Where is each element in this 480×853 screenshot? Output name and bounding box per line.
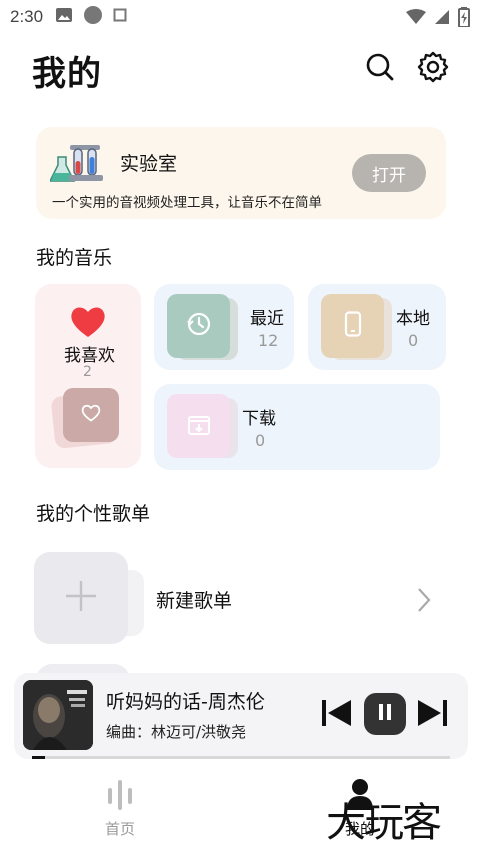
- favorites-label: 我喜欢: [64, 346, 115, 366]
- favorites-thumb: [63, 388, 119, 442]
- playback-progress[interactable]: [32, 756, 450, 759]
- my-music-title: 我的音乐: [36, 247, 113, 269]
- clock-icon: [186, 311, 212, 341]
- lab-description: 一个实用的音视频处理工具，让音乐不在简单: [52, 195, 322, 211]
- local-thumb: [321, 294, 384, 358]
- recent-label: 最近: [250, 309, 284, 329]
- pause-icon: [377, 703, 393, 725]
- image-notification-icon: [55, 7, 73, 28]
- nav-home-label: 首页: [104, 820, 135, 838]
- lab-flask-icon: [48, 139, 106, 185]
- heart-outline-icon: [81, 404, 101, 426]
- recent-thumb: [167, 294, 230, 358]
- download-tile[interactable]: 下载 0: [154, 384, 440, 470]
- download-box-icon: [187, 412, 211, 440]
- signal-icon: [434, 9, 450, 30]
- skip-next-icon: [415, 697, 449, 733]
- pause-button[interactable]: [364, 693, 406, 735]
- favorites-tile[interactable]: 我喜欢 2: [35, 284, 141, 468]
- favorites-count: 2: [83, 364, 92, 380]
- plus-icon: [64, 579, 98, 617]
- wifi-icon: [406, 9, 426, 30]
- previous-button[interactable]: [319, 697, 355, 733]
- lab-open-button[interactable]: 打开: [352, 154, 426, 192]
- new-playlist-label: 新建歌单: [156, 590, 233, 612]
- gear-icon: [417, 51, 449, 87]
- page-title: 我的: [32, 54, 102, 94]
- mini-player[interactable]: 听妈妈的话-周杰伦 编曲：林迈可/洪敬尧: [14, 673, 468, 759]
- download-count: 0: [255, 431, 266, 450]
- lab-title: 实验室: [120, 153, 178, 175]
- phone-icon: [344, 311, 362, 341]
- search-icon: [365, 52, 395, 86]
- download-label: 下载: [242, 409, 276, 429]
- local-count: 0: [408, 331, 419, 350]
- playback-progress-fill: [32, 756, 45, 759]
- status-indicators: [406, 7, 470, 32]
- nav-home[interactable]: 首页: [80, 778, 160, 839]
- new-playlist-thumb: [34, 552, 128, 644]
- song-title: 听妈妈的话-周杰伦: [106, 691, 265, 713]
- skip-previous-icon: [320, 697, 354, 733]
- chevron-right-icon: [416, 586, 432, 618]
- recent-tile[interactable]: 最近 12: [154, 284, 294, 370]
- record-notification-icon: [83, 5, 103, 30]
- square-notification-icon: [113, 8, 127, 27]
- local-label: 本地: [396, 309, 430, 329]
- home-bars-icon: [103, 778, 137, 814]
- album-cover[interactable]: [23, 680, 93, 750]
- watermark-text: 大玩客: [326, 800, 442, 846]
- heart-icon: [70, 306, 106, 342]
- new-playlist-row[interactable]: 新建歌单: [34, 552, 466, 648]
- status-bar: 2:30: [0, 0, 480, 34]
- lab-card[interactable]: 实验室 一个实用的音视频处理工具，让音乐不在简单 打开: [36, 127, 446, 219]
- search-button[interactable]: [364, 53, 396, 85]
- status-time: 2:30: [10, 7, 44, 26]
- download-thumb: [167, 394, 230, 458]
- battery-icon: [458, 7, 470, 32]
- song-composer: 编曲：林迈可/洪敬尧: [106, 723, 247, 741]
- next-button[interactable]: [414, 697, 450, 733]
- local-tile[interactable]: 本地 0: [308, 284, 446, 370]
- recent-count: 12: [258, 331, 279, 350]
- settings-button[interactable]: [417, 51, 449, 87]
- playlists-title: 我的个性歌单: [36, 503, 151, 525]
